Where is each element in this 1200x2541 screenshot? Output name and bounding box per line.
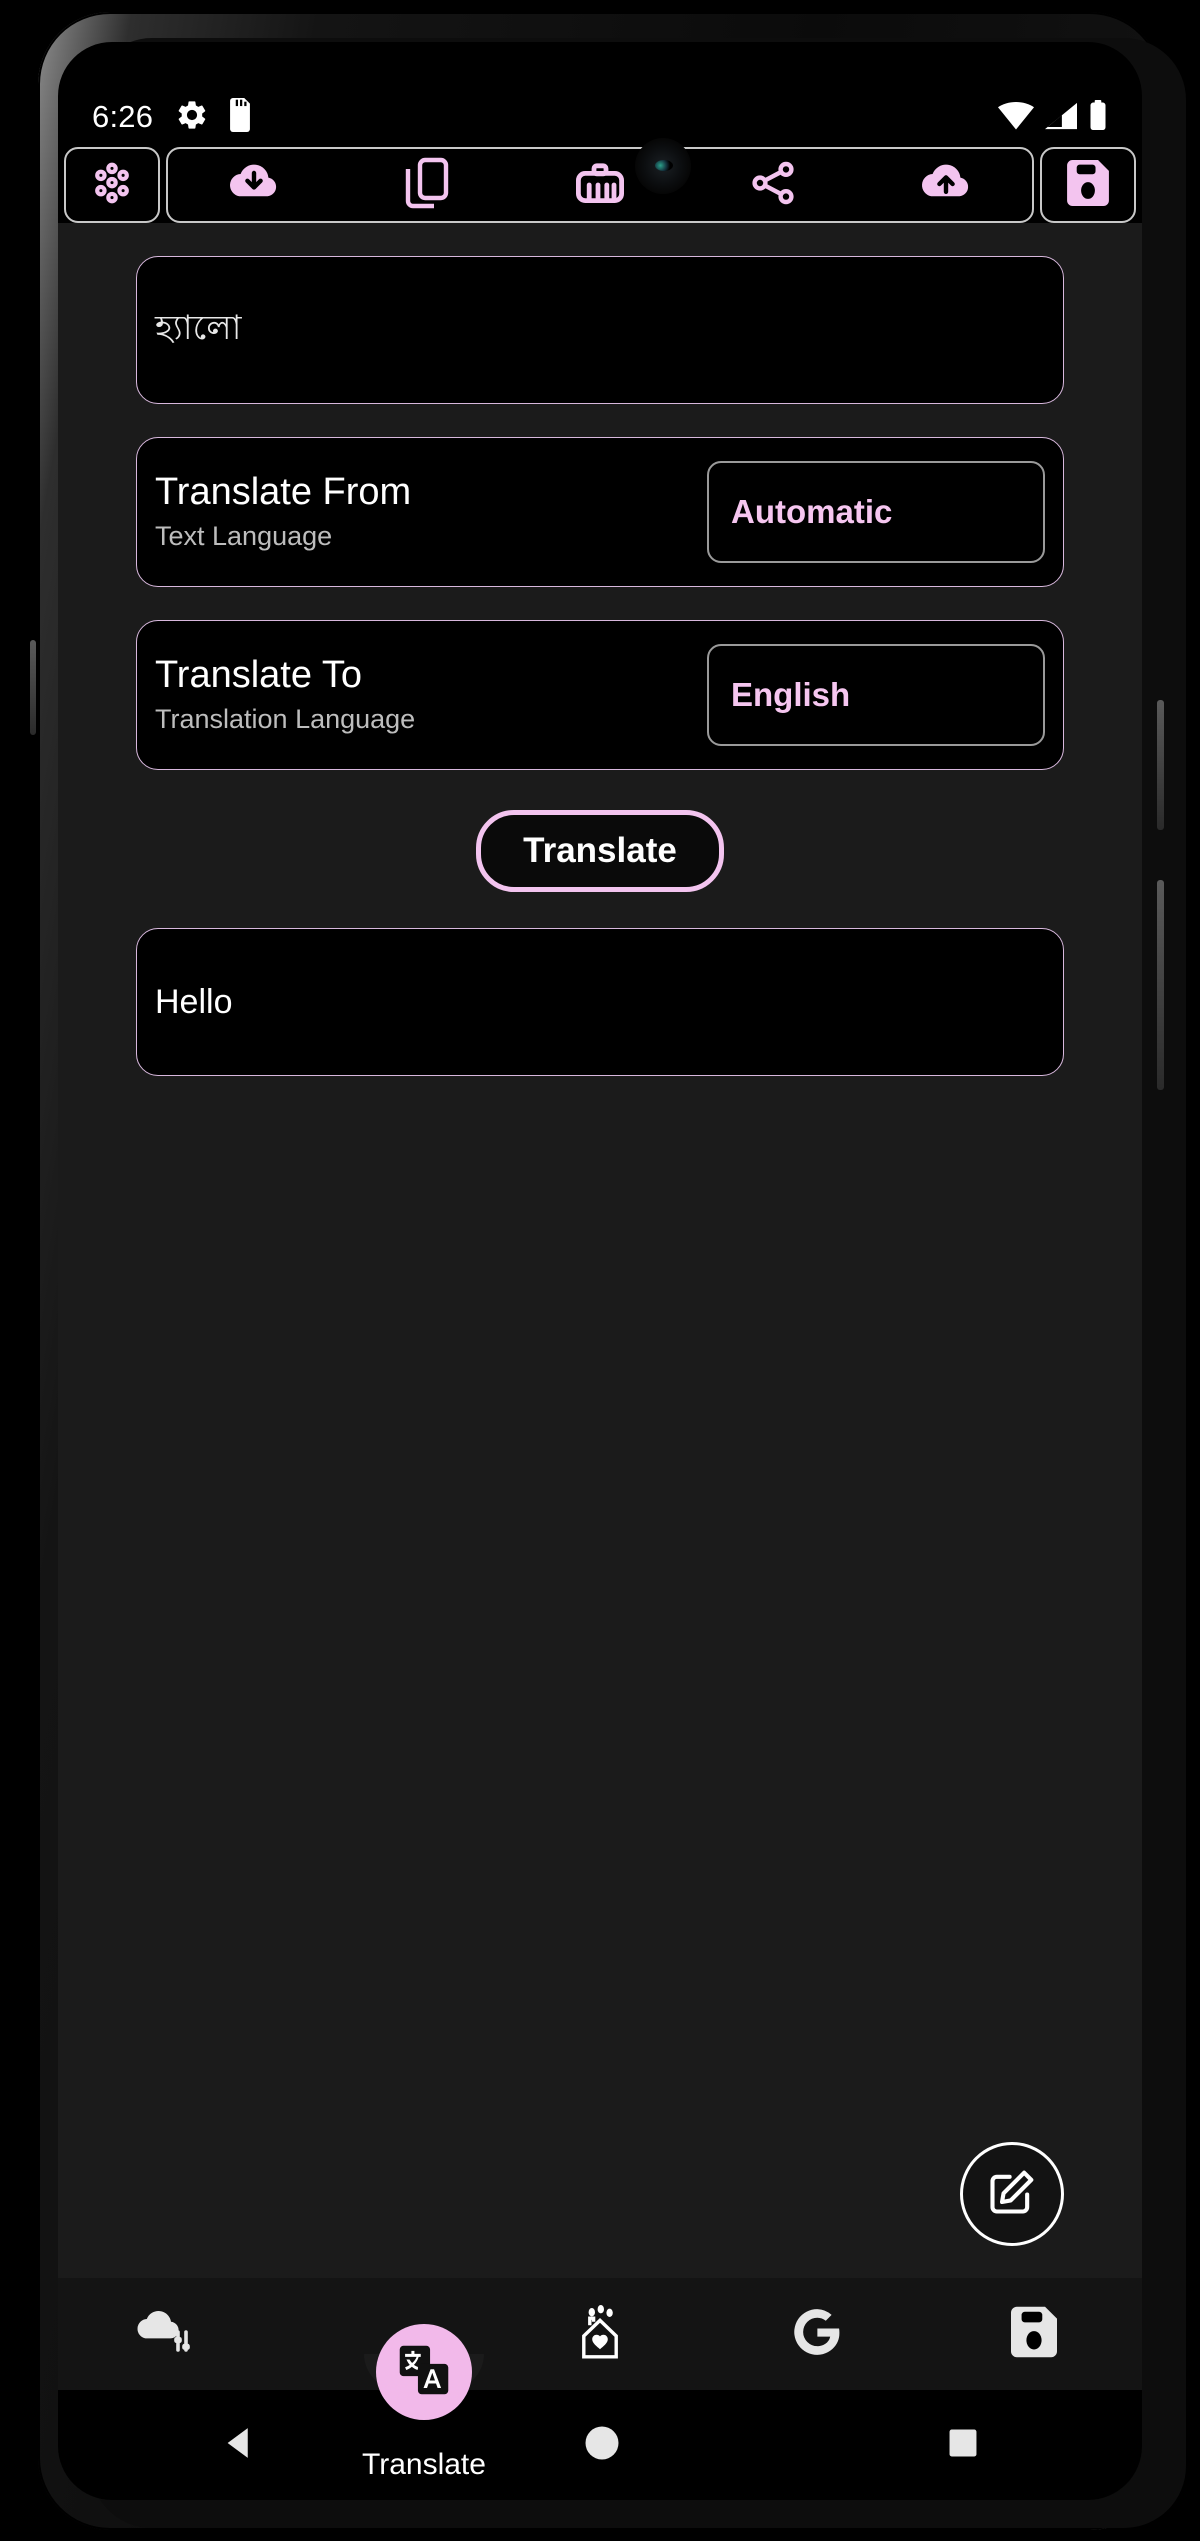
apps-grid-icon: [89, 160, 135, 211]
nav-item-translate-label: Translate: [362, 2448, 486, 2481]
status-right-icons: [998, 99, 1108, 135]
google-g-icon: [789, 2304, 845, 2365]
cloud-upload-icon: [920, 161, 972, 210]
translate-from-subtitle: Text Language: [155, 520, 333, 551]
save-button[interactable]: [1040, 147, 1136, 223]
home-button[interactable]: [580, 2421, 624, 2470]
google-translate-icon: [396, 2342, 452, 2403]
volume-button[interactable]: [1157, 880, 1164, 1090]
translate-to-select[interactable]: English: [707, 644, 1045, 746]
camera-lens: [655, 160, 673, 171]
sd-card-icon: [227, 97, 253, 137]
translation-result-box[interactable]: Hello: [136, 928, 1064, 1076]
status-clock: 6:26: [92, 99, 154, 134]
wifi-icon: [998, 101, 1034, 135]
app-toolbar: [58, 147, 1142, 223]
bottom-navigation-bar: [58, 2278, 1142, 2390]
save-floppy-icon: [1010, 2306, 1057, 2363]
power-button[interactable]: [1157, 700, 1164, 830]
share-icon: [749, 159, 797, 212]
home-favorite-icon: [569, 2304, 631, 2365]
source-text-value: হ্যালো: [155, 308, 242, 347]
recents-square-icon: [944, 2424, 982, 2467]
app-toolbar-group: [166, 147, 1034, 223]
cloud-upload-button[interactable]: [859, 149, 1032, 221]
translation-result-value: Hello: [155, 982, 233, 1021]
nav-item-save[interactable]: [925, 2306, 1142, 2363]
nav-item-cloud-settings[interactable]: [58, 2307, 275, 2362]
translate-from-select[interactable]: Automatic: [707, 461, 1045, 563]
save-floppy-icon: [1067, 159, 1109, 211]
translate-from-row[interactable]: Translate From Text Language Automatic: [136, 437, 1064, 587]
translate-to-title: Translate To: [155, 654, 362, 697]
translate-button[interactable]: Translate: [476, 810, 724, 892]
nav-item-home-favorite[interactable]: [492, 2304, 709, 2365]
copy-device-icon: [404, 157, 450, 214]
edit-compose-icon: [986, 2166, 1038, 2223]
translate-from-labels: Translate From Text Language: [155, 471, 707, 552]
front-camera-icon: [635, 138, 691, 194]
keyboard-icon: [574, 161, 626, 210]
cloud-download-icon: [228, 161, 280, 210]
translate-from-title: Translate From: [155, 471, 412, 514]
nav-item-translate[interactable]: [376, 2324, 472, 2420]
apps-grid-button[interactable]: [64, 147, 160, 223]
back-triangle-icon: [218, 2422, 260, 2469]
compose-fab-button[interactable]: [960, 2142, 1064, 2246]
cellular-signal-icon: [1045, 102, 1077, 135]
cloud-download-button[interactable]: [168, 149, 341, 221]
home-circle-icon: [580, 2421, 624, 2470]
translate-to-labels: Translate To Translation Language: [155, 654, 707, 735]
settings-gear-icon: [175, 98, 209, 137]
copy-device-button[interactable]: [341, 149, 514, 221]
android-system-nav: [58, 2390, 1142, 2500]
translate-to-row[interactable]: Translate To Translation Language Englis…: [136, 620, 1064, 770]
translate-button-wrap: Translate: [136, 810, 1064, 892]
recents-button[interactable]: [944, 2424, 982, 2467]
battery-icon: [1088, 99, 1108, 135]
main-content: হ্যালো Translate From Text Language Auto…: [58, 223, 1142, 2500]
share-button[interactable]: [686, 149, 859, 221]
status-bar: 6:26: [58, 90, 1142, 144]
translate-to-subtitle: Translation Language: [155, 703, 416, 734]
status-left-icons: [175, 97, 253, 137]
side-key-left[interactable]: [30, 640, 36, 735]
phone-screen: 6:26 হ্যালো Translate From Text Language…: [58, 42, 1142, 2500]
source-text-input[interactable]: হ্যালো: [136, 256, 1064, 404]
cloud-settings-icon: [135, 2307, 197, 2362]
nav-item-google[interactable]: [708, 2304, 925, 2365]
back-button[interactable]: [218, 2422, 260, 2469]
